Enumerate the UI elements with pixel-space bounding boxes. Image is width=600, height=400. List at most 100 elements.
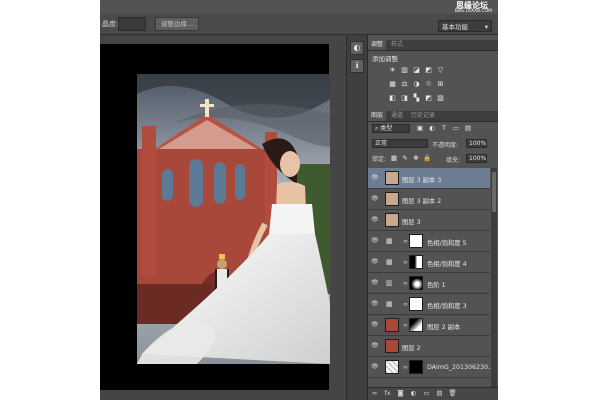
layer-row[interactable]: 👁 图层 3 副本 3	[368, 168, 490, 189]
adjustments-panel: 调整 样式 添加调整 ☀ ▥ ◪ ◩ ▽ ▦ ⚖ ◑ ♲ ⊞ ◧ ◨ ▚ ◩ ▧	[368, 40, 498, 110]
layer-name: 图层 3 副本 2	[402, 198, 442, 205]
layer-mask-thumbnail[interactable]	[409, 234, 423, 248]
layers-footer: ∞ fx ◙ ◐ ▭ ▤ 🗑	[368, 387, 498, 400]
invert-icon[interactable]: ◧	[388, 94, 397, 103]
tab-channels[interactable]: 通道	[388, 111, 406, 121]
layer-name: 色阶 1	[427, 282, 446, 289]
photo-illustration	[137, 74, 330, 364]
black-white-icon[interactable]: ◑	[412, 80, 421, 89]
lock-transparent-icon[interactable]: ▦	[390, 154, 398, 162]
add-mask-icon[interactable]: ◙	[396, 389, 405, 398]
watermark-url: BBS.16XX8.COM	[454, 9, 492, 14]
eye-icon[interactable]: 👁	[371, 237, 379, 244]
gradient-map-icon[interactable]: ◩	[424, 94, 433, 103]
layer-row[interactable]: 👁 图层 2	[368, 336, 490, 357]
tab-adjustments[interactable]: 调整	[368, 40, 387, 50]
filter-shape-icon[interactable]: ▭	[452, 124, 460, 132]
tab-history[interactable]: 历史记录	[408, 111, 438, 121]
layer-row[interactable]: 👁 ▥ ∞ 色阶 1	[368, 273, 490, 294]
new-adjustment-icon[interactable]: ◐	[409, 389, 418, 398]
layer-mask-thumbnail[interactable]	[409, 297, 423, 311]
info-icon[interactable]: ℹ	[350, 59, 364, 73]
layer-mask-thumbnail[interactable]	[409, 360, 423, 374]
vibrance-icon[interactable]: ▽	[436, 66, 445, 75]
layer-mask-thumbnail[interactable]	[409, 255, 423, 269]
link-icon: ∞	[403, 238, 408, 245]
layers-tabs: 图层 通道 历史记录	[368, 111, 498, 122]
opacity-input[interactable]: 100%	[466, 139, 487, 148]
levels-icon[interactable]: ▥	[400, 66, 409, 75]
layer-row[interactable]: 👁 ∞ DAimG_201306230...	[368, 357, 494, 378]
filter-pixel-icon[interactable]: ▣	[416, 124, 424, 132]
link-icon: ∞	[403, 322, 408, 329]
blend-mode-select[interactable]: 正常	[372, 139, 428, 148]
eye-icon[interactable]: 👁	[371, 174, 379, 181]
new-group-icon[interactable]: ▭	[422, 389, 431, 398]
layer-name: 色相/饱和度 3	[427, 303, 467, 310]
new-layer-icon[interactable]: ▤	[435, 389, 444, 398]
layer-name: 图层 2 副本	[427, 324, 461, 331]
blend-mode-label: 正常	[375, 140, 388, 147]
trash-icon[interactable]: 🗑	[448, 389, 457, 398]
feather-input[interactable]	[118, 17, 146, 31]
posterize-icon[interactable]: ◨	[400, 94, 409, 103]
layer-thumbnail	[385, 318, 399, 332]
layer-row[interactable]: 👁 图层 3	[368, 210, 490, 231]
scrollbar-thumb[interactable]	[492, 172, 496, 212]
layer-name: 图层 3	[402, 219, 421, 226]
lock-all-icon[interactable]: 🔒	[423, 154, 431, 162]
layer-name: 色相/饱和度 5	[427, 240, 467, 247]
filter-text-icon[interactable]: T	[440, 124, 448, 132]
layer-mask-thumbnail[interactable]	[409, 276, 423, 290]
eye-icon[interactable]: 👁	[371, 216, 379, 223]
eye-icon[interactable]: 👁	[371, 363, 379, 370]
photoshop-window: 晶度: 调整边缘... 思缘论坛 BBS.16XX8.COM 基本功能 ▾ ◐ …	[100, 0, 498, 400]
layer-name: 图层 3 副本 3	[402, 177, 442, 184]
eye-icon[interactable]: 👁	[371, 342, 379, 349]
adjust-icon[interactable]: ◐	[350, 41, 364, 55]
adjustment-icons-row-1: ☀ ▥ ◪ ◩ ▽	[388, 66, 448, 75]
layer-row[interactable]: 👁 图层 3 副本 2	[368, 189, 490, 210]
document-canvas[interactable]	[100, 44, 330, 390]
hue-saturation-icon: ▦	[386, 258, 393, 266]
layer-row[interactable]: 👁 ∞ 图层 2 副本	[368, 315, 490, 336]
brightness-icon[interactable]: ☀	[388, 66, 397, 75]
eye-icon[interactable]: 👁	[371, 195, 379, 202]
hue-saturation-icon[interactable]: ▦	[388, 80, 397, 89]
eye-icon[interactable]: 👁	[371, 258, 379, 265]
tab-layers[interactable]: 图层	[368, 111, 387, 121]
hue-saturation-icon: ▦	[386, 237, 393, 245]
refine-edge-button[interactable]: 调整边缘...	[155, 17, 199, 31]
filter-smart-icon[interactable]: ▤	[464, 124, 472, 132]
fx-icon[interactable]: fx	[383, 389, 392, 398]
layer-filter-select[interactable]: ⌕ 类型	[372, 124, 410, 133]
channel-mixer-icon[interactable]: ⊞	[436, 80, 445, 89]
link-layers-icon[interactable]: ∞	[370, 389, 379, 398]
layer-row[interactable]: 👁 ▦ ∞ 色相/饱和度 5	[368, 231, 490, 252]
layer-row[interactable]: 👁 ▦ ∞ 色相/饱和度 4	[368, 252, 490, 273]
photo-filter-icon[interactable]: ♲	[424, 80, 433, 89]
workspace-label: 基本功能	[442, 23, 468, 31]
threshold-icon[interactable]: ▚	[412, 94, 421, 103]
eye-icon[interactable]: 👁	[371, 321, 379, 328]
feather-label: 晶度:	[102, 20, 119, 28]
tab-styles[interactable]: 样式	[388, 40, 406, 50]
lock-brush-icon[interactable]: ✎	[401, 154, 409, 162]
filter-adjust-icon[interactable]: ◐	[428, 124, 436, 132]
eye-icon[interactable]: 👁	[371, 300, 379, 307]
layer-mask-thumbnail[interactable]	[409, 318, 423, 332]
exposure-icon[interactable]: ◩	[424, 66, 433, 75]
workspace-select[interactable]: 基本功能 ▾	[438, 20, 492, 32]
hue-saturation-icon: ▦	[386, 300, 393, 308]
layer-row[interactable]: 👁 ▦ ∞ 色相/饱和度 3	[368, 294, 490, 315]
curves-icon[interactable]: ◪	[412, 66, 421, 75]
lock-move-icon[interactable]: ✥	[412, 154, 420, 162]
fill-input[interactable]: 100%	[466, 154, 487, 163]
document-area[interactable]	[100, 35, 346, 400]
layers-scrollbar[interactable]	[491, 168, 497, 387]
color-balance-icon[interactable]: ⚖	[400, 80, 409, 89]
layer-thumbnail	[385, 360, 399, 374]
selective-color-icon[interactable]: ▧	[436, 94, 445, 103]
eye-icon[interactable]: 👁	[371, 279, 379, 286]
layers-panel: 图层 通道 历史记录 ⌕ 类型 ▣ ◐ T ▭ ▤ 正常 不透明度: 100% …	[368, 111, 498, 400]
